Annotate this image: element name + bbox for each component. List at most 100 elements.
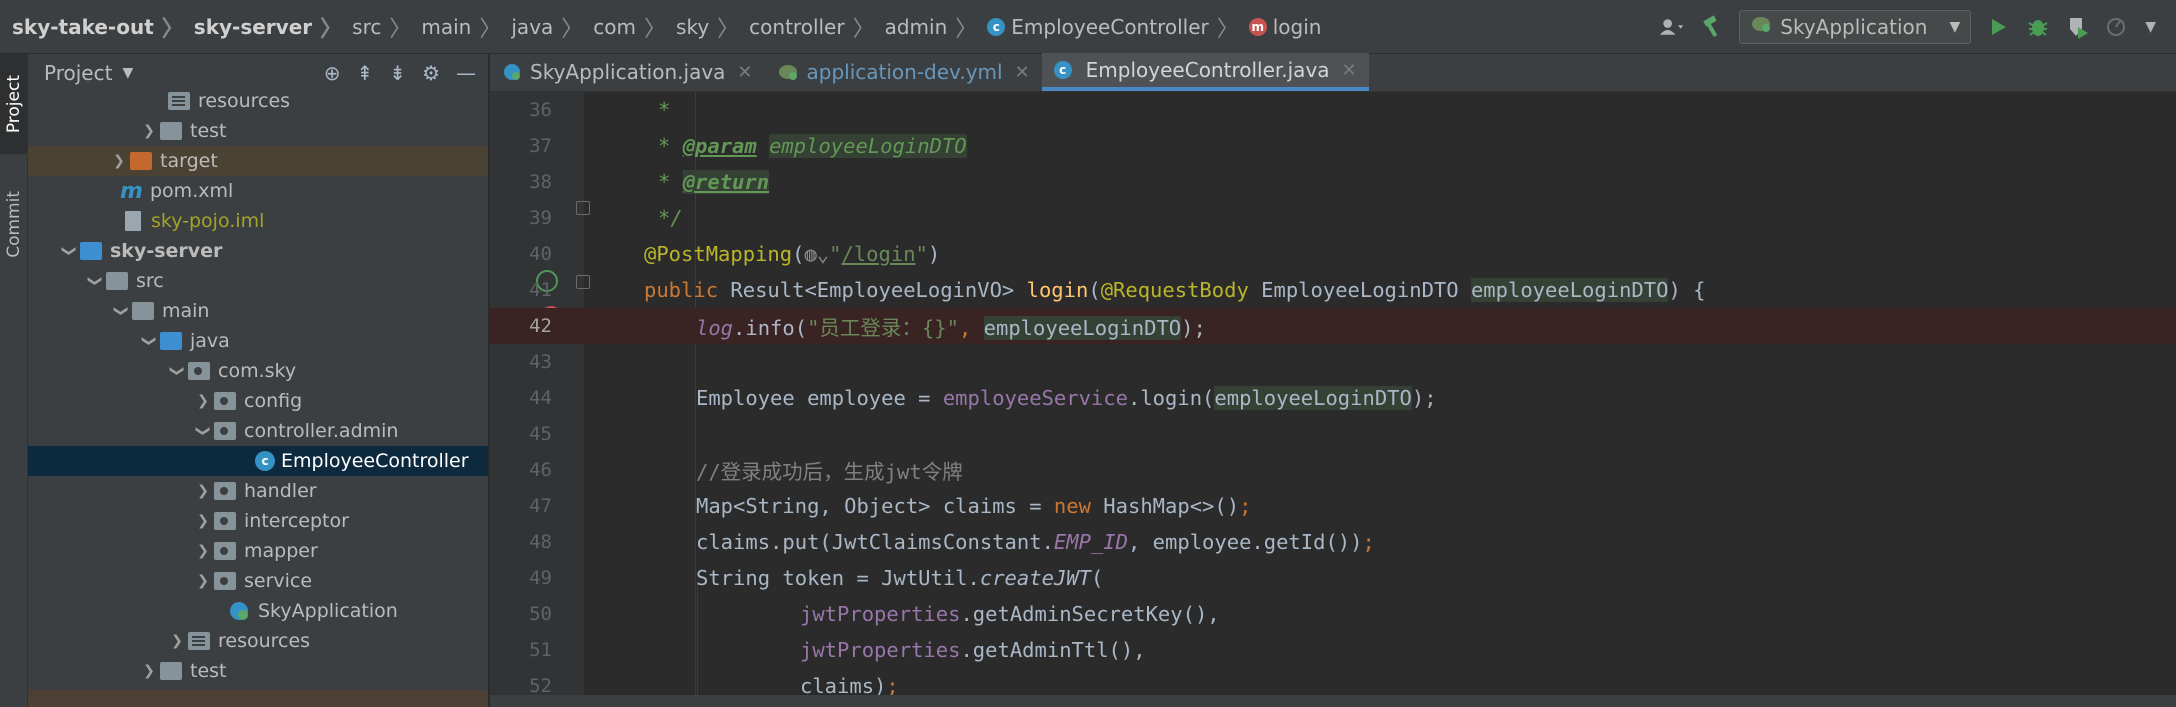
tree-item-target[interactable]: ❯ target [28, 146, 488, 176]
chevron-right-icon[interactable]: ❯ [166, 633, 188, 649]
run-configuration-label: SkyApplication [1780, 14, 1928, 39]
locate-icon[interactable]: ⊕ [324, 61, 341, 85]
chevron-down-icon[interactable]: ❯ [195, 420, 211, 442]
crumb-main[interactable]: main 〉 [421, 11, 511, 43]
close-icon[interactable]: ✕ [1342, 60, 1357, 81]
run-with-coverage-icon[interactable] [2065, 14, 2091, 40]
tree-item-resources[interactable]: resources [28, 86, 488, 116]
tree-item-sky-server[interactable]: ❯ sky-server [28, 236, 488, 266]
chevron-down-icon: ▼ [1949, 18, 1961, 35]
chevron-down-icon[interactable]: ❯ [113, 300, 129, 322]
chevron-right-icon[interactable]: ❯ [108, 153, 130, 169]
code-line-36: 36 * [529, 98, 671, 122]
class-icon: c [255, 451, 275, 471]
chevron-right-icon[interactable]: ❯ [192, 573, 214, 589]
code-editor[interactable]: 36 * 37 * @param employeeLoginDTO 38 * @… [490, 92, 2176, 695]
build-hammer-icon[interactable] [1699, 14, 1725, 40]
tree-item-src[interactable]: ❯ src [28, 266, 488, 296]
chevron-right-icon[interactable]: ❯ [192, 543, 214, 559]
resources-folder-icon [188, 632, 210, 650]
tab-sky-application[interactable]: SkyApplication.java ✕ [490, 53, 765, 91]
chevron-right-icon[interactable]: ❯ [192, 393, 214, 409]
tab-employee-controller[interactable]: c EmployeeController.java ✕ [1041, 53, 1369, 91]
folder-icon [132, 302, 154, 320]
tree-item-sky-application[interactable]: SkyApplication [28, 596, 488, 626]
crumb-module[interactable]: sky-server 〉 [194, 11, 352, 43]
crumb-admin[interactable]: admin 〉 [885, 11, 988, 43]
chevron-down-icon[interactable]: ❯ [169, 360, 185, 382]
run-icon[interactable] [1985, 14, 2011, 40]
close-icon[interactable]: ✕ [737, 62, 752, 83]
folder-icon [160, 122, 182, 140]
tree-item-handler[interactable]: ❯ handler [28, 476, 488, 506]
crumb-com[interactable]: com 〉 [593, 11, 676, 43]
maven-icon: m [120, 178, 143, 204]
chevron-down-icon[interactable]: ❯ [87, 270, 103, 292]
iml-file-icon [125, 211, 141, 231]
tree-item-test-2[interactable]: ❯ test [28, 656, 488, 686]
code-line-43: 43 [529, 351, 552, 373]
tree-item-pom[interactable]: m pom.xml [28, 176, 488, 206]
chevron-right-icon[interactable]: ❯ [192, 513, 214, 529]
crumb-method[interactable]: m login [1248, 15, 1321, 39]
crumb-project[interactable]: sky-take-out 〉 [12, 11, 194, 43]
tree-item-employee-controller[interactable]: c EmployeeController [28, 446, 488, 476]
globe-icon[interactable]: ◍⌄ [804, 242, 829, 266]
spring-boot-icon [1750, 14, 1772, 39]
tree-item-partial [28, 690, 488, 707]
crumb-class[interactable]: c EmployeeController 〉 [987, 11, 1248, 43]
hide-icon[interactable]: — [456, 61, 476, 85]
crumb-controller[interactable]: controller 〉 [749, 11, 884, 43]
tree-item-iml[interactable]: sky-pojo.iml [28, 206, 488, 236]
chevron-right-icon[interactable]: ❯ [192, 483, 214, 499]
source-folder-icon [160, 332, 182, 350]
tree-item-config[interactable]: ❯ config [28, 386, 488, 416]
resources-folder-icon [168, 92, 190, 110]
collapse-all-icon[interactable]: ⇟ [389, 61, 406, 85]
gear-icon[interactable]: ⚙ [422, 61, 440, 85]
editor-tabs: SkyApplication.java ✕ application-dev.ym… [490, 53, 2176, 92]
package-icon [214, 392, 236, 410]
package-icon [214, 542, 236, 560]
close-icon[interactable]: ✕ [1015, 62, 1030, 83]
package-icon [214, 572, 236, 590]
package-icon [188, 362, 210, 380]
tree-item-com-sky[interactable]: ❯ com.sky [28, 356, 488, 386]
project-panel: Project ▼ ⊕ ⇞ ⇟ ⚙ — resources ❯ test ❯ tar… [28, 54, 510, 707]
tree-item-java[interactable]: ❯ java [28, 326, 488, 356]
expand-all-icon[interactable]: ⇞ [357, 61, 374, 85]
crumb-src[interactable]: src 〉 [352, 11, 421, 43]
tree-item-main[interactable]: ❯ main [28, 296, 488, 326]
tree-item-service[interactable]: ❯ service [28, 566, 488, 596]
tab-application-dev-yml[interactable]: application-dev.yml ✕ [765, 53, 1042, 91]
chevron-right-icon[interactable]: ❯ [138, 663, 160, 679]
folder-icon [106, 272, 128, 290]
code-line-44: 44 Employee employee = employeeService.l… [529, 386, 1437, 410]
commit-tool-tab[interactable]: Commit [0, 164, 27, 284]
tool-window-strip: Project Commit [0, 54, 28, 707]
run-configuration-select[interactable]: SkyApplication ▼ [1739, 9, 1972, 44]
project-view-title[interactable]: Project [44, 61, 112, 85]
project-tool-tab[interactable]: Project [0, 54, 27, 154]
tree-item-resources-2[interactable]: ❯ resources [28, 626, 488, 656]
chevron-down-icon[interactable]: ❯ [141, 330, 157, 352]
crumb-java[interactable]: java 〉 [511, 11, 593, 43]
debug-icon[interactable] [2025, 14, 2051, 40]
module-folder-icon [80, 242, 102, 260]
code-line-40: 40 @PostMapping(◍⌄"/login") [529, 242, 941, 266]
tree-item-mapper[interactable]: ❯ mapper [28, 536, 488, 566]
profiler-icon[interactable] [2105, 14, 2131, 40]
code-line-50: 50 jwtProperties.getAdminSecretKey(), [529, 602, 1220, 626]
chevron-right-icon[interactable]: ❯ [138, 123, 160, 139]
editor-horizontal-scrollbar[interactable] [490, 695, 2176, 707]
chevron-down-icon[interactable]: ❯ [61, 240, 77, 262]
user-icon[interactable] [1659, 14, 1685, 40]
tree-item-interceptor[interactable]: ❯ interceptor [28, 506, 488, 536]
code-line-52: 52 claims); [529, 674, 899, 695]
tree-item-controller-admin[interactable]: ❯ controller.admin [28, 416, 488, 446]
tree-item-test[interactable]: ❯ test [28, 116, 488, 146]
crumb-sky[interactable]: sky 〉 [676, 11, 749, 43]
more-actions-chevron-icon[interactable]: ▼ [2145, 19, 2156, 35]
chevron-down-icon[interactable]: ▼ [122, 65, 133, 81]
breadcrumb: sky-take-out 〉 sky-server 〉 src 〉 main 〉 jav… [0, 0, 1321, 54]
